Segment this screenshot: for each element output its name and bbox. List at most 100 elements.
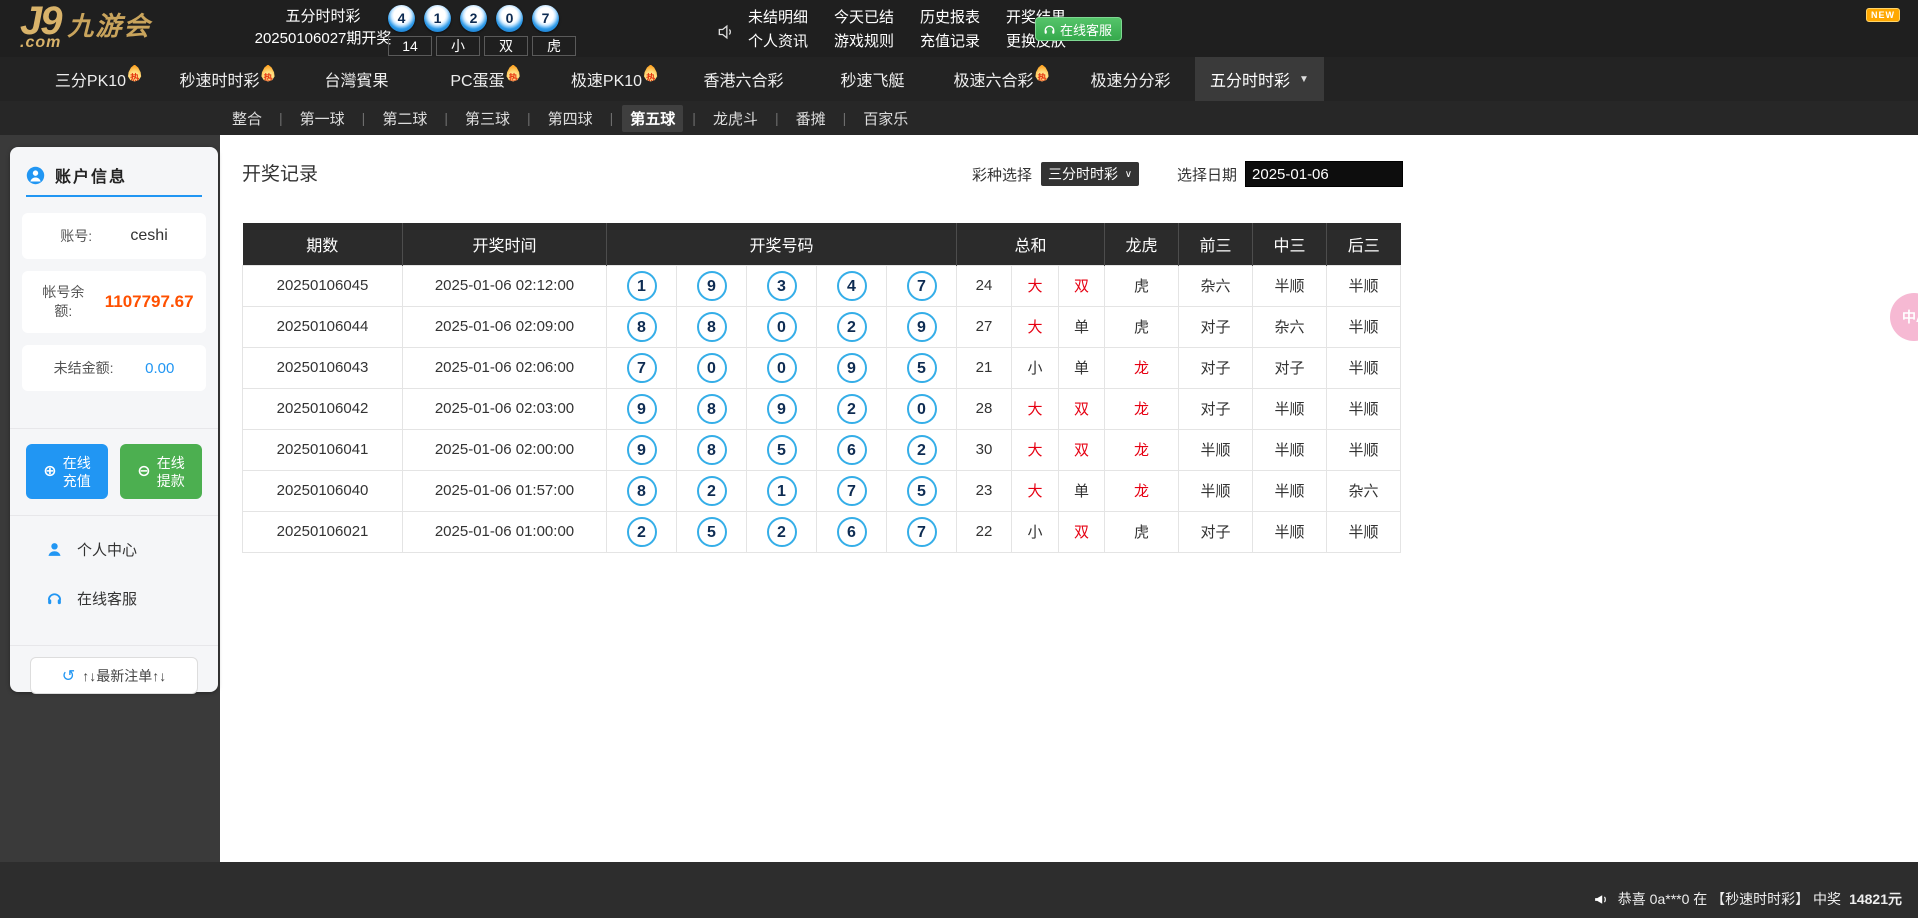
latest-orders-button[interactable]: ↺ ↑↓最新注单↑↓ — [30, 657, 198, 694]
col-middle-three: 中三 — [1252, 223, 1327, 265]
ball-cell: 0 — [746, 346, 817, 389]
ball-cell: 7 — [816, 469, 887, 512]
ball-cell: 8 — [676, 428, 747, 471]
nav-item-label: 极速分分彩 — [1090, 73, 1171, 90]
subnav-separator: | — [361, 110, 366, 126]
lottery-select[interactable]: 三分时时彩 ∨ — [1041, 162, 1140, 186]
front-three-cell: 对子 — [1178, 510, 1253, 553]
deposit-button[interactable]: ⊕ 在线 充值 — [26, 444, 108, 499]
draw-ball: 4 — [388, 5, 415, 32]
nav-item[interactable]: 台灣賓果 — [292, 57, 421, 101]
nav-item[interactable]: 极速PK10 热 — [550, 57, 679, 101]
sum-cell: 21 — [956, 346, 1012, 389]
online-service-label: 在线客服 — [1060, 22, 1113, 38]
sidebar-title-underline — [26, 195, 202, 197]
balance-value: 1107797.67 — [104, 292, 194, 311]
online-service-label: 在线客服 — [77, 591, 138, 608]
middle-three-cell: 杂六 — [1252, 305, 1327, 348]
subnav-item[interactable]: 第五球 — [622, 104, 684, 132]
subnav-separator: | — [774, 110, 779, 126]
lottery-ball: 8 — [696, 311, 727, 342]
speaker-icon[interactable] — [716, 22, 736, 42]
issue-cell: 20250106042 — [242, 387, 403, 430]
site-logo[interactable]: J9 .com 九游会 — [20, 1, 151, 52]
time-cell: 2025-01-06 02:12:00 — [402, 264, 607, 307]
subnav-item[interactable]: 第二球 — [374, 105, 435, 132]
subnav-item[interactable]: 第一球 — [292, 105, 353, 132]
date-select-label: 选择日期 — [1177, 166, 1238, 184]
header-link[interactable]: 游戏规则 — [834, 30, 894, 51]
results-table: 期数 开奖时间 开奖号码 总和 龙虎 前三 中三 后三 20250106045 2… — [242, 223, 1401, 553]
header-link[interactable]: 未结明细 — [748, 6, 808, 27]
personal-center-link[interactable]: 个人中心 — [46, 539, 137, 560]
header-links: 未结明细今天已结历史报表开奖结果个人资讯游戏规则充值记录更换皮肤 — [748, 6, 1066, 51]
front-three-cell: 半顺 — [1178, 428, 1253, 471]
subnav-separator: | — [692, 110, 696, 126]
nav-item[interactable]: PC蛋蛋热 — [421, 57, 550, 101]
personal-center-label: 个人中心 — [77, 542, 138, 559]
nav-item[interactable]: 极速六合彩热 — [937, 57, 1066, 101]
chevron-down-icon: ▼ — [1299, 73, 1309, 85]
ball-cell: 9 — [746, 387, 817, 430]
chevron-down-icon: ∨ — [1124, 168, 1133, 180]
lottery-ball: 9 — [766, 393, 797, 424]
nav-item-label: 极速PK10 — [570, 73, 643, 90]
lottery-ball: 2 — [766, 516, 797, 547]
header-link[interactable]: 充值记录 — [920, 30, 980, 51]
nav-item[interactable]: 五分时时彩 ▼ — [1195, 57, 1324, 101]
subnav-item[interactable]: 番摊 — [788, 105, 834, 132]
online-service-button[interactable]: 在线客服 — [1035, 17, 1123, 41]
middle-three-cell: 对子 — [1252, 346, 1327, 389]
nav-item[interactable]: 三分PK10 热 — [34, 57, 163, 101]
lottery-ball: 5 — [766, 434, 797, 465]
nav-item-label: 秒速时时彩 — [179, 73, 260, 90]
header-link[interactable]: 今天已结 — [834, 6, 894, 27]
subnav-item[interactable]: 第四球 — [540, 105, 601, 132]
middle-three-cell: 半顺 — [1252, 428, 1327, 471]
nav-item-label: 三分PK10 — [54, 73, 127, 90]
nav-item[interactable]: 秒速飞艇 — [808, 57, 937, 101]
megaphone-icon — [1594, 894, 1606, 904]
lottery-ball: 8 — [696, 393, 727, 424]
subnav-item[interactable]: 第三球 — [457, 105, 518, 132]
ball-cell: 7 — [886, 264, 957, 307]
balance-card: 帐号余额: 1107797.67 — [22, 271, 206, 333]
ball-cell: 2 — [746, 510, 817, 553]
subnav-item[interactable]: 整合 — [224, 105, 270, 132]
withdraw-button[interactable]: ⊖ 在线 提款 — [120, 444, 202, 499]
subnav-item[interactable]: 百家乐 — [855, 105, 916, 132]
online-service-link[interactable]: 在线客服 — [46, 588, 137, 609]
draw-tag: 14 — [388, 36, 432, 56]
nav-item-label: 五分时时彩 — [1210, 73, 1291, 90]
front-three-cell: 对子 — [1178, 346, 1253, 389]
sum-cell: 27 — [956, 305, 1012, 348]
nav-item[interactable]: 香港六合彩 — [679, 57, 808, 101]
nav-item-label: PC蛋蛋 — [450, 73, 505, 90]
ball-cell: 3 — [746, 264, 817, 307]
header-link[interactable]: 历史报表 — [920, 6, 980, 27]
draw-tag: 双 — [484, 36, 528, 56]
ball-cell: 0 — [746, 305, 817, 348]
ball-cell: 8 — [676, 387, 747, 430]
date-input[interactable] — [1245, 161, 1404, 187]
table-row: 20250106044 2025-01-06 02:09:00 8 8 0 2 9 27 大单虎… — [242, 305, 1401, 348]
latest-orders-label: ↑↓最新注单↑↓ — [82, 667, 167, 684]
subnav-separator: | — [609, 110, 614, 126]
sidebar-title: 账户信息 — [55, 169, 128, 186]
nav-item[interactable]: 极速分分彩 — [1066, 57, 1195, 101]
nav-item[interactable]: 秒速时时彩热 — [163, 57, 292, 101]
lottery-ball: 6 — [836, 434, 867, 465]
ball-cell: 8 — [606, 305, 677, 348]
header-link[interactable]: 个人资讯 — [748, 30, 808, 51]
sum-cell: 22 — [956, 510, 1012, 553]
plus-circle-icon: ⊕ — [43, 462, 57, 480]
winner-marquee: 恭喜 0a***0 在 【秒速时时彩】 中奖 14821元 — [1593, 889, 1902, 909]
back-three-cell: 半顺 — [1326, 387, 1401, 430]
table-header-row: 期数 开奖时间 开奖号码 总和 龙虎 前三 中三 后三 — [242, 223, 1401, 265]
ball-cell: 5 — [746, 428, 817, 471]
subnav-item[interactable]: 龙虎斗 — [705, 105, 766, 132]
parity-cell: 双 — [1058, 428, 1105, 471]
time-cell: 2025-01-06 02:00:00 — [402, 428, 607, 471]
divider — [10, 645, 218, 646]
draw-ball: 0 — [496, 5, 523, 32]
